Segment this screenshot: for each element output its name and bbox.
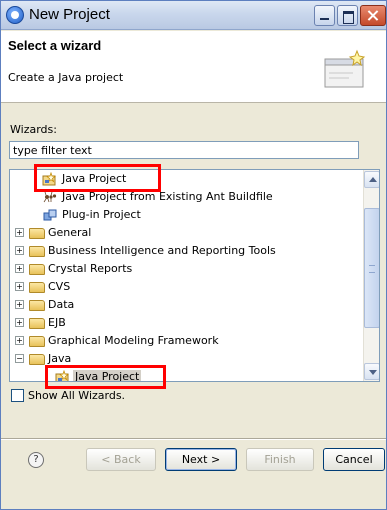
scroll-down-icon[interactable] xyxy=(364,363,379,380)
eclipse-icon xyxy=(6,6,24,24)
wizard-tree[interactable]: Java Project Java Project from Existing … xyxy=(9,169,380,382)
tree-item-label: EJB xyxy=(48,316,66,329)
expand-icon[interactable]: + xyxy=(15,264,24,273)
filter-input[interactable] xyxy=(9,141,359,159)
wizard-header: Select a wizard Create a Java project xyxy=(1,31,386,103)
tree-item-crystal-reports[interactable]: + Crystal Reports xyxy=(10,260,363,278)
title-bar[interactable]: New Project xyxy=(1,1,386,30)
collapse-icon[interactable]: − xyxy=(15,354,24,363)
highlight-box-java-project xyxy=(34,164,161,192)
tree-item-data[interactable]: + Data xyxy=(10,296,363,314)
wizards-label: Wizards: xyxy=(10,123,57,136)
show-all-wizards-label: Show All Wizards. xyxy=(28,389,126,402)
tree-item-label: Data xyxy=(48,298,75,311)
wizard-title: Select a wizard xyxy=(8,38,102,53)
folder-icon xyxy=(29,336,45,347)
finish-button[interactable]: Finish xyxy=(246,448,314,471)
new-project-dialog: New Project Select a wizard Create a Jav… xyxy=(0,0,387,510)
tree-item-label: Plug-in Project xyxy=(62,208,141,221)
expand-icon[interactable]: + xyxy=(15,318,24,327)
expand-icon[interactable]: + xyxy=(15,282,24,291)
expand-icon[interactable]: + xyxy=(15,336,24,345)
maximize-button[interactable] xyxy=(337,5,358,26)
folder-icon xyxy=(29,300,45,311)
folder-icon xyxy=(29,318,45,329)
plugin-icon xyxy=(43,209,57,221)
footer-divider xyxy=(1,438,386,440)
tree-item-label: Graphical Modeling Framework xyxy=(48,334,219,347)
tree-item-label: Business Intelligence and Reporting Tool… xyxy=(48,244,276,257)
tree-item-label: Crystal Reports xyxy=(48,262,133,275)
tree-item-label: CVS xyxy=(48,280,71,293)
tree-item-birt[interactable]: + Business Intelligence and Reporting To… xyxy=(10,242,363,260)
scroll-up-icon[interactable] xyxy=(364,171,379,188)
folder-open-icon xyxy=(29,354,45,365)
ant-icon xyxy=(43,191,57,203)
wizard-description: Create a Java project xyxy=(8,71,124,84)
expand-icon[interactable]: + xyxy=(15,246,24,255)
tree-item-plugin-project[interactable]: Plug-in Project xyxy=(10,206,363,224)
wizard-banner-icon xyxy=(324,49,366,88)
highlight-box-java-project-selected xyxy=(45,365,166,389)
tree-item-general[interactable]: + General xyxy=(10,224,363,242)
tree-item-ejb[interactable]: + EJB xyxy=(10,314,363,332)
show-all-wizards-checkbox[interactable] xyxy=(11,389,24,402)
cancel-button[interactable]: Cancel xyxy=(323,448,385,471)
expand-icon[interactable]: + xyxy=(15,300,24,309)
folder-icon xyxy=(29,282,45,293)
next-button[interactable]: Next > xyxy=(165,448,237,471)
tree-scrollbar[interactable] xyxy=(363,170,379,381)
tree-item-label: General xyxy=(48,226,92,239)
folder-icon xyxy=(29,246,45,257)
tree-item-cvs[interactable]: + CVS xyxy=(10,278,363,296)
help-icon[interactable]: ? xyxy=(28,452,44,468)
tree-item-gmf[interactable]: + Graphical Modeling Framework xyxy=(10,332,363,350)
folder-icon xyxy=(29,228,45,239)
scroll-thumb[interactable] xyxy=(364,208,379,328)
back-button[interactable]: < Back xyxy=(86,448,156,471)
folder-icon xyxy=(29,264,45,275)
minimize-button[interactable] xyxy=(314,5,335,26)
close-button[interactable] xyxy=(360,5,386,26)
window-title: New Project xyxy=(29,6,110,23)
expand-icon[interactable]: + xyxy=(15,228,24,237)
tree-item-label: Java xyxy=(48,352,72,365)
